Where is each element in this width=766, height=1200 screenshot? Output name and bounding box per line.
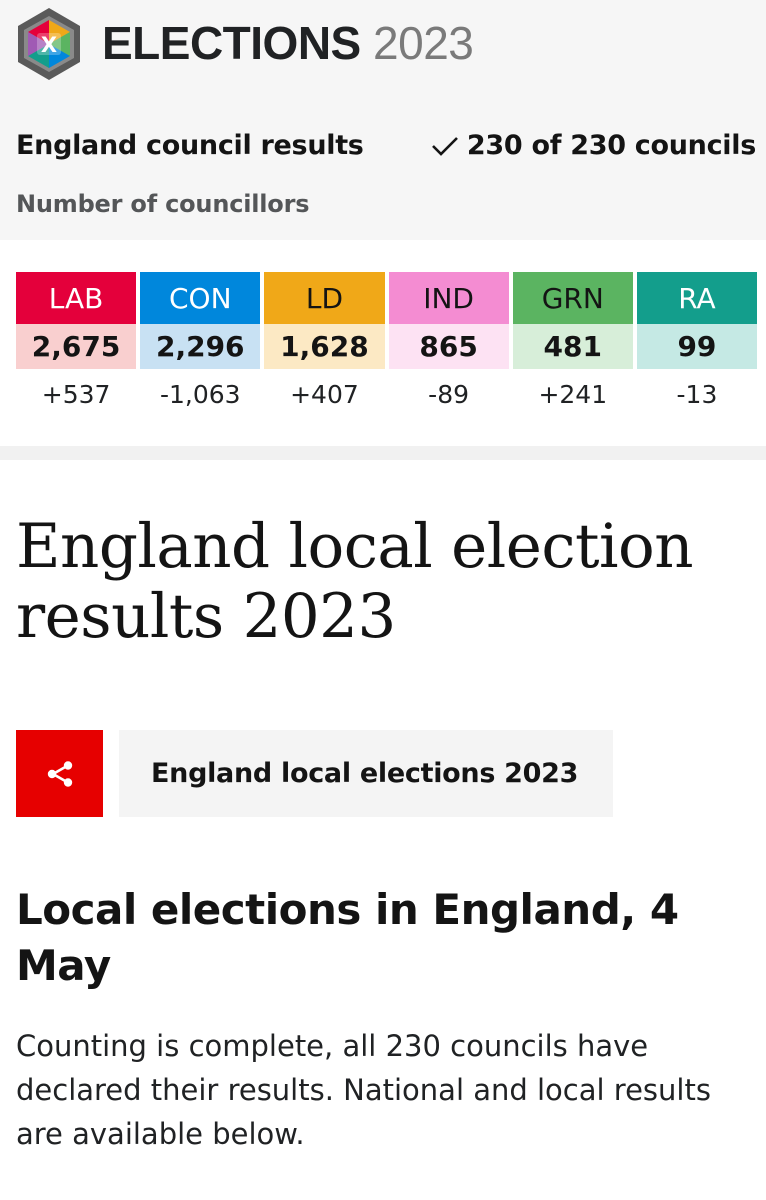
party-scoreboard: LAB 2,675 +537 CON 2,296 -1,063 LD 1,628 +407 IND… — [0, 240, 766, 446]
brand-word: ELECTIONS — [102, 17, 361, 69]
party-code: RA — [636, 272, 758, 324]
party-result-ind: IND 865 -89 — [388, 272, 509, 419]
section-body: Counting is complete, all 230 councils h… — [16, 1029, 711, 1151]
party-seat-change: +537 — [41, 379, 111, 409]
declared-count: 230 of 230 councils — [466, 130, 756, 161]
share-icon — [47, 760, 72, 787]
topic-link-england-local-elections[interactable]: England local elections 2023 — [119, 730, 613, 817]
elections-banner: X ELECTIONS 2023 England council results… — [0, 0, 766, 240]
svg-text:X: X — [41, 33, 57, 57]
party-results-row: LAB 2,675 +537 CON 2,296 -1,063 LD 1,628 +407 IND… — [16, 272, 758, 419]
party-seat-count: 1,628 — [264, 324, 385, 369]
section-title: Local elections in England, 4 May — [16, 885, 679, 990]
party-seat-count: 2,296 — [140, 324, 261, 369]
party-code: IND — [388, 272, 509, 324]
checkmark-icon — [431, 136, 458, 156]
elections-logo-icon: X — [18, 8, 80, 80]
party-result-con: CON 2,296 -1,063 — [140, 272, 261, 419]
party-result-ld: LD 1,628 +407 — [264, 272, 385, 419]
elections-brand-title: ELECTIONS 2023 — [102, 14, 474, 72]
party-code: LD — [264, 272, 385, 324]
results-title: England council results — [16, 130, 364, 161]
party-seat-change: -1,063 — [159, 379, 241, 409]
party-result-ra: RA 99 -13 — [636, 272, 758, 419]
declared-status: 230 of 230 councils — [431, 130, 756, 161]
party-seat-count: 99 — [636, 324, 758, 369]
party-seat-change: +241 — [538, 379, 608, 409]
page-headline: England local election results 2023 — [16, 511, 694, 652]
brand-year: 2023 — [373, 17, 474, 69]
party-result-grn: GRN 481 +241 — [512, 272, 633, 419]
party-seat-change: +407 — [290, 379, 359, 409]
party-seat-change: -89 — [428, 379, 470, 409]
share-button[interactable] — [16, 730, 103, 817]
party-code: LAB — [16, 272, 137, 324]
party-code: CON — [140, 272, 261, 324]
section-divider — [0, 446, 766, 460]
party-seat-count: 865 — [388, 324, 509, 369]
party-code: GRN — [512, 272, 633, 324]
metric-label: Number of councillors — [16, 190, 310, 218]
party-seat-count: 2,675 — [16, 324, 137, 369]
party-result-lab: LAB 2,675 +537 — [16, 272, 137, 419]
party-seat-count: 481 — [512, 324, 633, 369]
party-seat-change: -13 — [676, 379, 718, 409]
